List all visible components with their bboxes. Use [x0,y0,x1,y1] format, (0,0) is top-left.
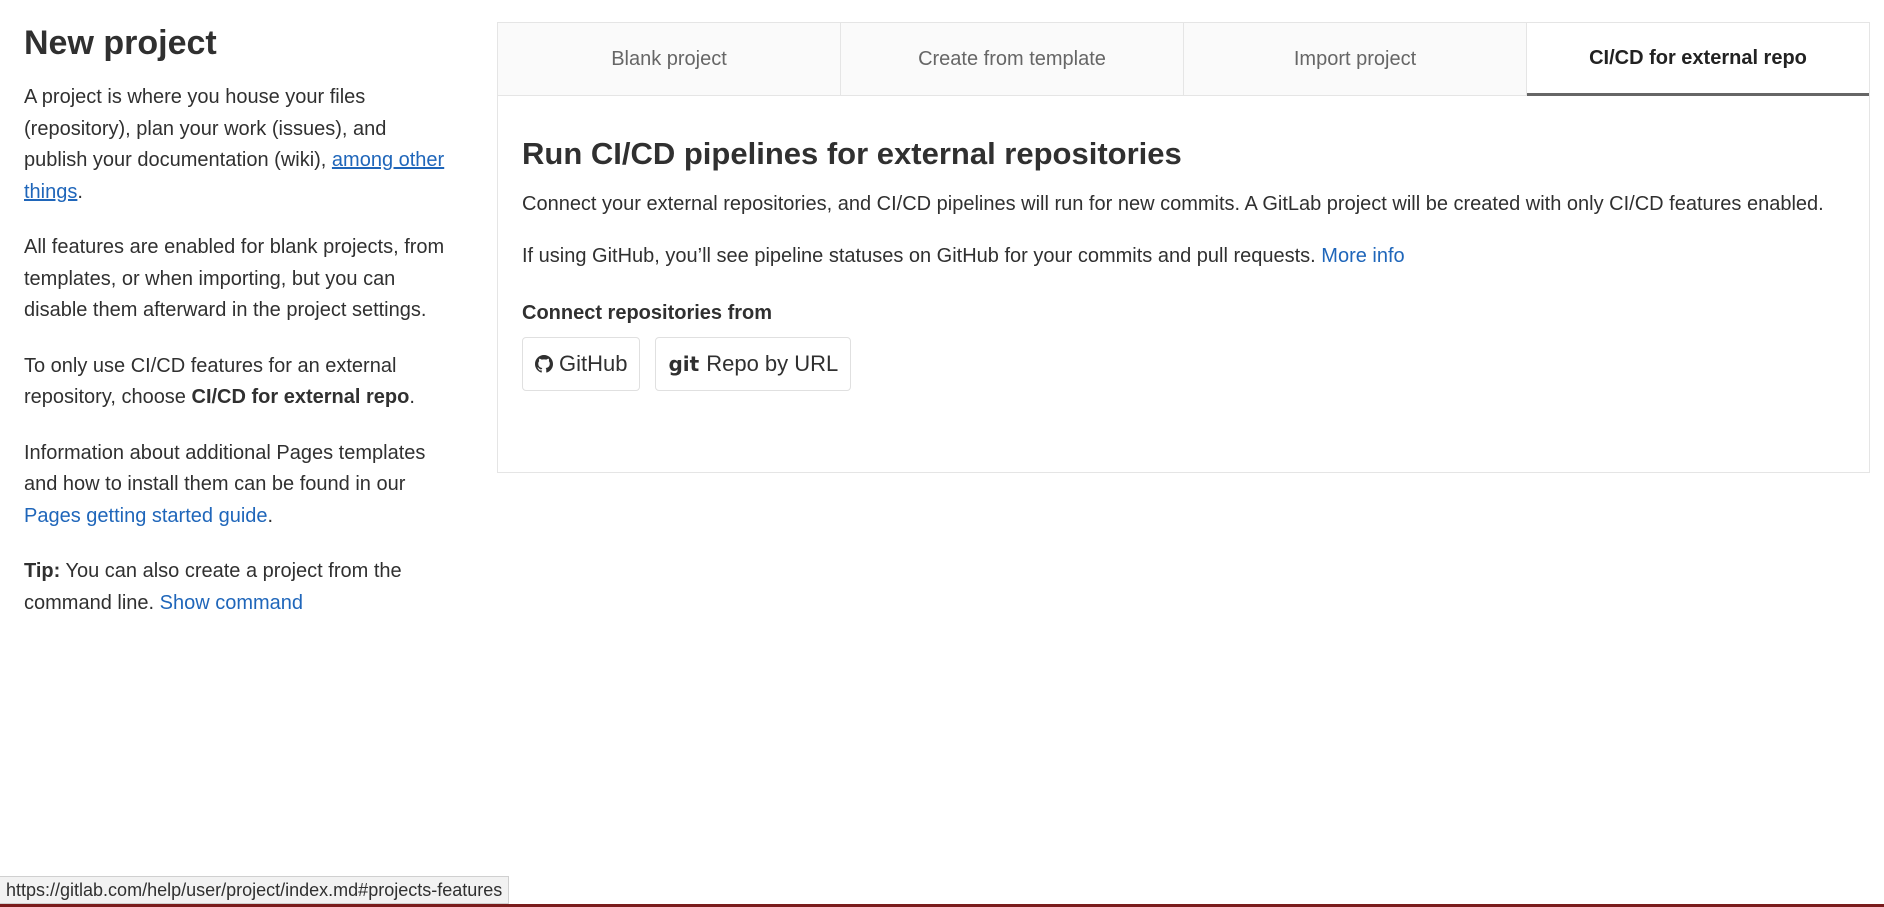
period: . [77,180,83,203]
github-button-label: GitHub [559,351,628,376]
project-description: A project is where you house your files … [24,82,454,208]
tab-cicd-external-repo[interactable]: CI/CD for external repo [1527,23,1869,96]
github-info-text: If using GitHub, you’ll see pipeline sta… [522,245,1322,267]
cicd-emphasis: CI/CD for external repo [191,386,410,408]
new-project-panel: Blank project Create from template Impor… [497,22,1870,473]
show-command-link[interactable]: Show command [160,592,303,614]
more-info-link[interactable]: More info [1321,245,1404,267]
tip: Tip: You can also create a project from … [24,556,454,619]
github-button[interactable]: GitHub [522,337,641,391]
cicd-description-text: Connect your external repositories, and … [522,193,1824,215]
period: . [267,504,274,527]
git-icon: git [668,352,700,376]
features-description: All features are enabled for blank proje… [24,236,445,321]
cicd-description: To only use CI/CD features for an extern… [24,351,454,414]
pages-guide-link[interactable]: Pages getting started guide [24,505,268,527]
tip-label: Tip: [24,560,61,582]
github-icon [535,355,553,373]
github-info: If using GitHub, you’ll see pipeline sta… [522,240,1845,272]
cicd-content: Run CI/CD pipelines for external reposit… [498,134,1869,391]
repo-by-url-label: Repo by URL [706,351,839,376]
period: . [409,386,415,408]
sidebar-info: New project A project is where you house… [24,18,454,643]
pages-info: Information about additional Pages templ… [24,438,454,533]
status-url-bar: https://gitlab.com/help/user/project/ind… [0,876,510,904]
connect-buttons: GitHub git Repo by URL [522,337,1845,391]
tab-create-from-template[interactable]: Create from template [841,23,1184,95]
tab-import-project[interactable]: Import project [1184,23,1527,95]
pages-text: Information about additional Pages templ… [24,441,426,496]
tab-blank-project[interactable]: Blank project [498,23,841,95]
page-title: New project [24,24,217,62]
connect-repositories-label: Connect repositories from [522,302,773,324]
repo-by-url-button[interactable]: git Repo by URL [655,337,852,391]
cicd-heading: Run CI/CD pipelines for external reposit… [522,136,1182,171]
project-type-tabs: Blank project Create from template Impor… [498,23,1869,96]
